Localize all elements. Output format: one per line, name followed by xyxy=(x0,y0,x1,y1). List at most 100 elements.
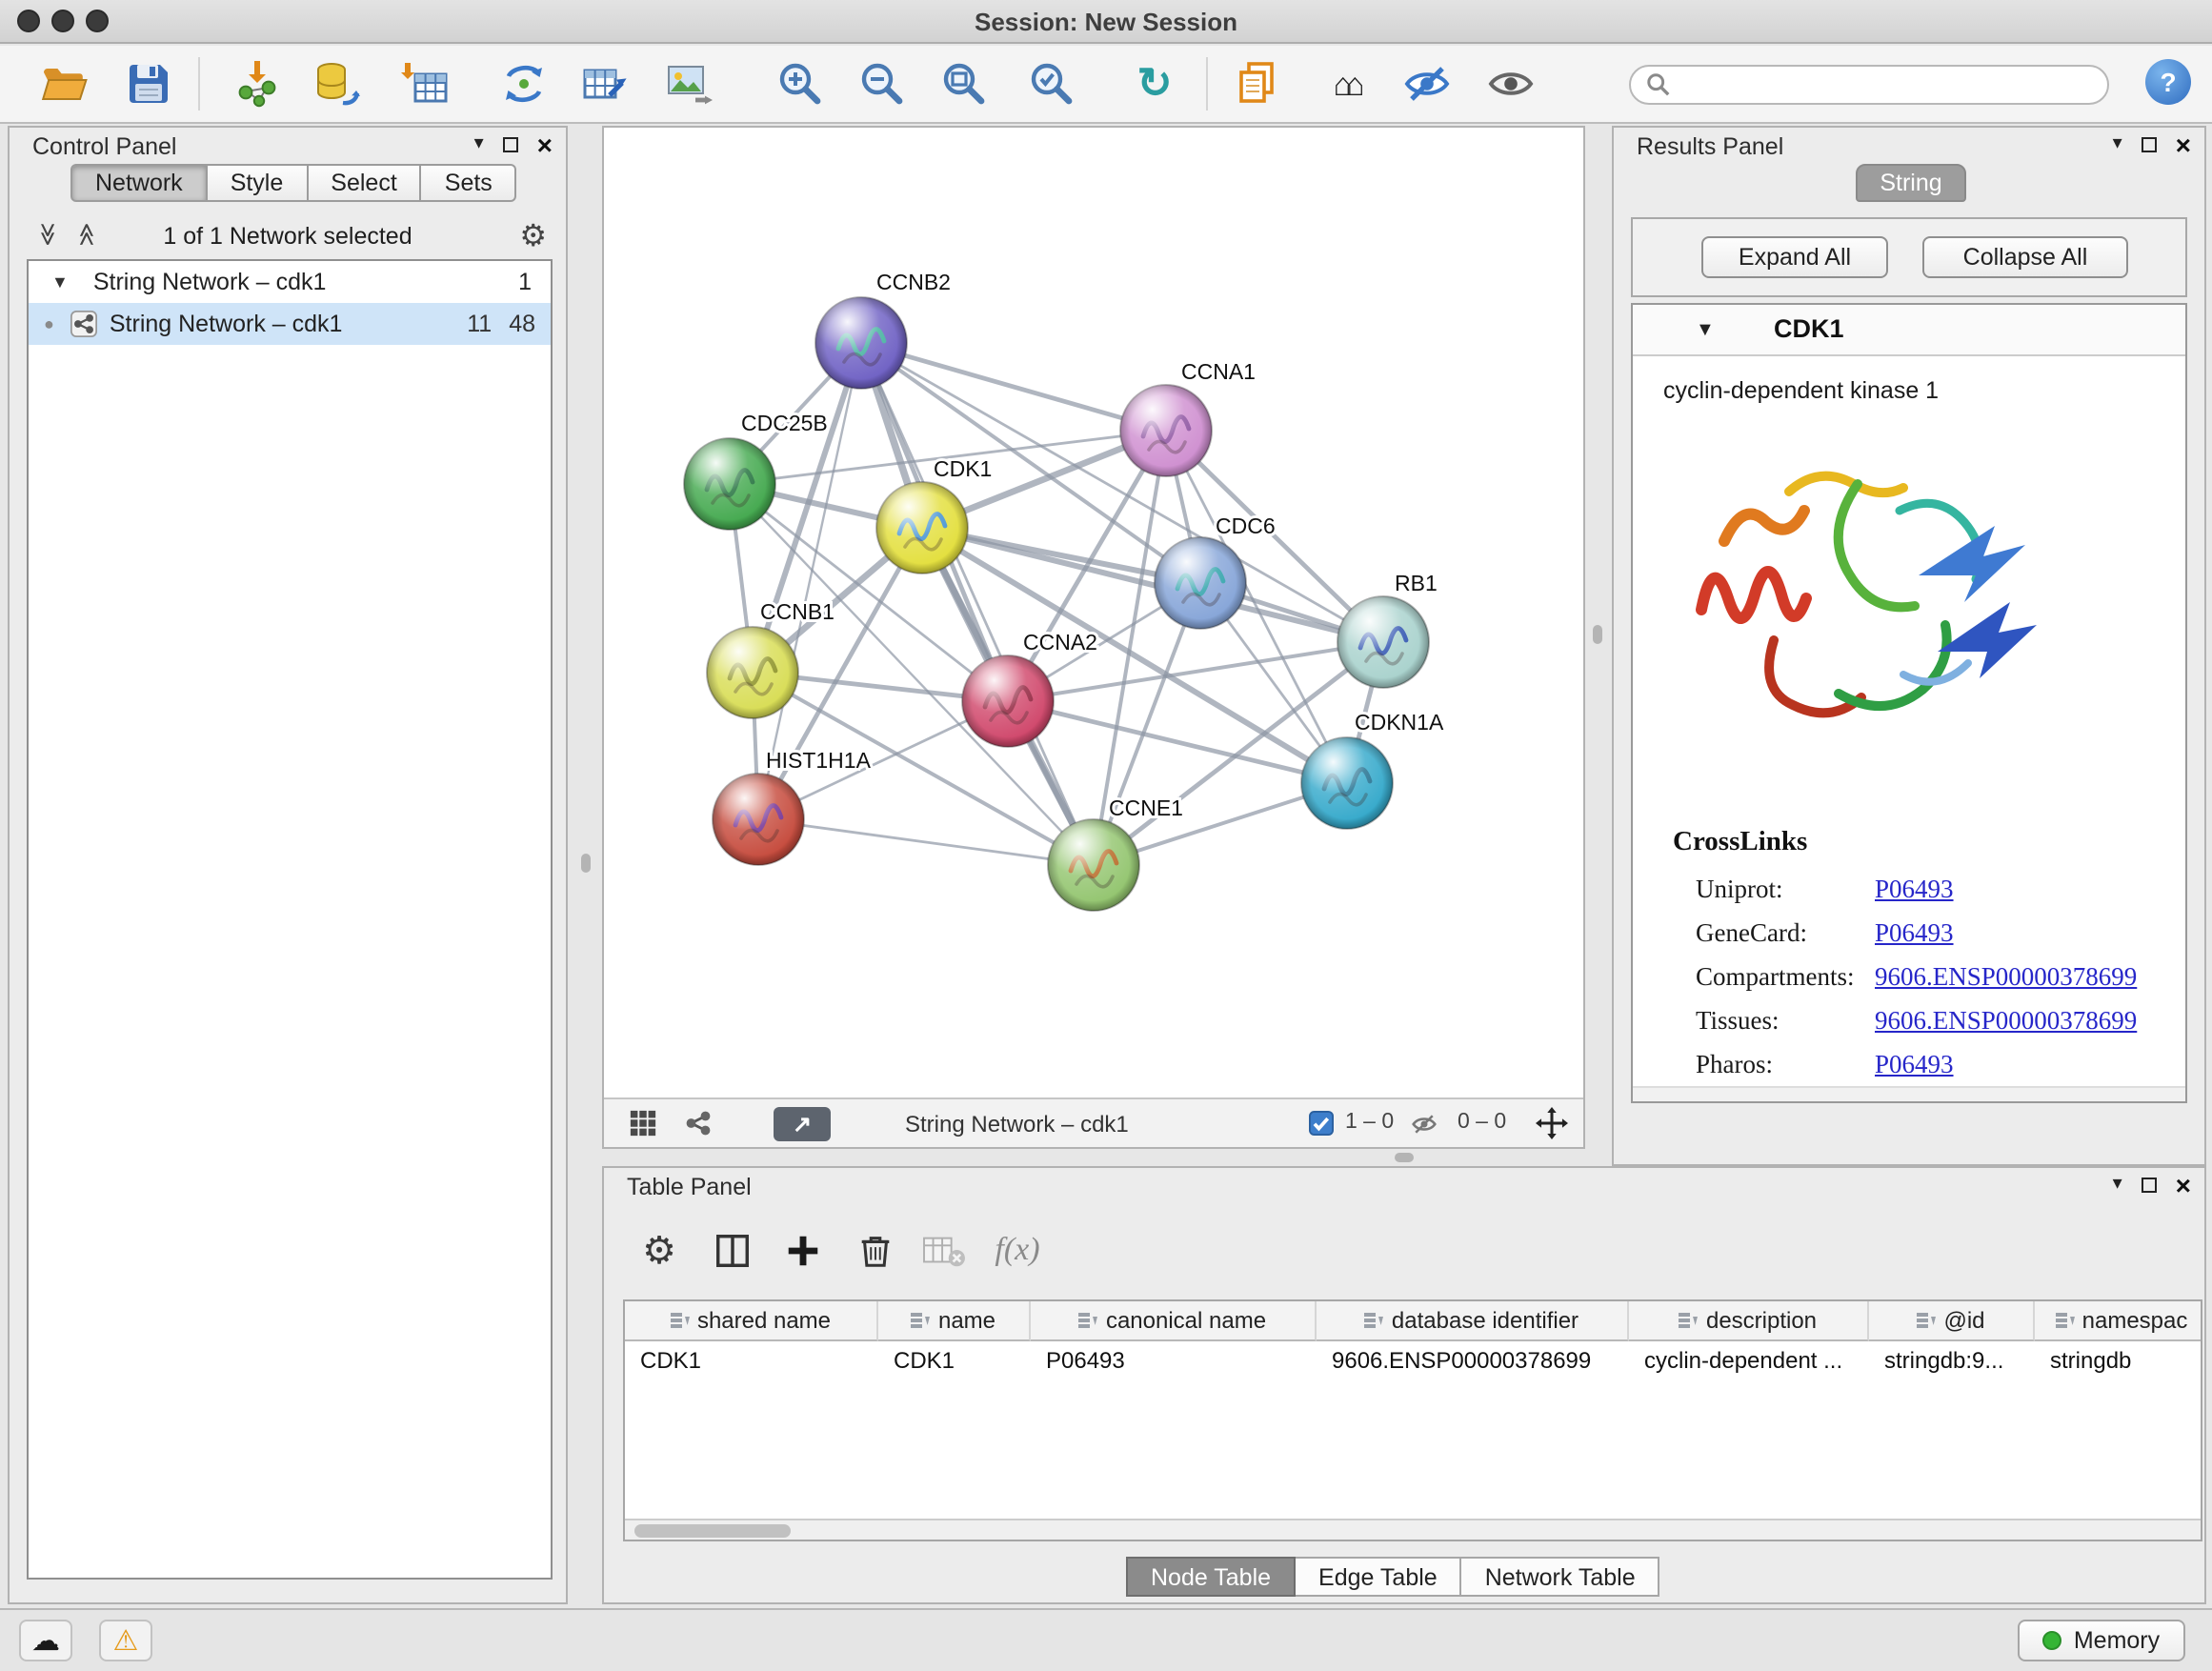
column-header[interactable]: @id xyxy=(1869,1301,2035,1341)
network-edge[interactable] xyxy=(922,528,1383,642)
image-export-icon[interactable] xyxy=(665,59,714,109)
vertical-splitter-handle[interactable] xyxy=(1593,625,1602,644)
warning-icon[interactable]: ⚠ xyxy=(99,1620,152,1661)
table-export-icon[interactable] xyxy=(581,59,631,109)
node-CDC6[interactable] xyxy=(1155,537,1246,629)
network-edge[interactable] xyxy=(861,343,1166,431)
add-column-icon[interactable] xyxy=(777,1225,827,1275)
tab-network-table[interactable]: Network Table xyxy=(1462,1557,1660,1597)
tab-select[interactable]: Select xyxy=(308,164,422,202)
node-CDC25B[interactable] xyxy=(684,438,775,530)
panel-float-icon[interactable] xyxy=(503,136,518,151)
panel-collapse-icon[interactable]: ▾ xyxy=(2113,133,2122,154)
cloud-icon[interactable]: ☁ xyxy=(19,1620,72,1661)
save-icon[interactable] xyxy=(124,59,173,109)
network-edge[interactable] xyxy=(758,819,1094,865)
refresh-icon[interactable]: ↻ xyxy=(1130,59,1179,109)
search-input[interactable] xyxy=(1680,71,2092,98)
tab-network[interactable]: Network xyxy=(70,164,208,202)
scrollbar-thumb[interactable] xyxy=(634,1524,791,1538)
node-CCNA1[interactable] xyxy=(1120,385,1212,476)
network-row[interactable]: ● String Network – cdk1 11 48 xyxy=(29,303,551,345)
table-cell[interactable]: stringdb:9... xyxy=(1869,1341,2035,1379)
network-canvas[interactable]: CCNB2CCNA1CDC25BCDK1CDC6RB1CCNB1CCNA2CDK… xyxy=(604,128,1583,1097)
panel-close-icon[interactable]: × xyxy=(2176,1175,2191,1194)
network-arrows-icon[interactable] xyxy=(499,59,549,109)
node-CCNB1[interactable] xyxy=(707,627,798,718)
table-cell[interactable]: stringdb xyxy=(2035,1341,2202,1379)
table-row[interactable]: CDK1CDK1P064939606.ENSP00000378699cyclin… xyxy=(625,1341,2201,1379)
eye-icon[interactable] xyxy=(1486,59,1536,109)
column-header[interactable]: name xyxy=(878,1301,1031,1341)
memory-button[interactable]: Memory xyxy=(2018,1620,2185,1661)
node-CCNE1[interactable] xyxy=(1048,819,1139,911)
hidden-eye-icon[interactable] xyxy=(1410,1111,1438,1143)
table-cell[interactable]: CDK1 xyxy=(878,1341,1031,1379)
gear-icon[interactable]: ⚙ xyxy=(519,217,547,255)
disclosure-triangle-icon[interactable]: ▼ xyxy=(1696,320,1715,341)
gene-section-header[interactable]: ▼ CDK1 xyxy=(1633,305,2185,356)
tab-style[interactable]: Style xyxy=(208,164,309,202)
birdseye-grid-icon[interactable] xyxy=(629,1109,657,1143)
vertical-splitter-handle[interactable] xyxy=(581,854,591,873)
table-horizontal-scrollbar[interactable] xyxy=(625,1519,2201,1540)
collapse-all-button[interactable]: Collapse All xyxy=(1922,236,2128,278)
crosslink-link[interactable]: P06493 xyxy=(1875,1050,1954,1080)
file-network-import-icon[interactable] xyxy=(232,59,282,109)
panel-float-icon[interactable] xyxy=(2142,136,2157,151)
crosslink-link[interactable]: 9606.ENSP00000378699 xyxy=(1875,1006,2137,1037)
tab-string[interactable]: String xyxy=(1856,164,1966,202)
database-import-icon[interactable] xyxy=(312,59,362,109)
panel-collapse-icon[interactable]: ▾ xyxy=(2113,1174,2122,1195)
houses-icon[interactable]: ⌂⌂ xyxy=(1320,59,1370,109)
node-HIST1H1A[interactable] xyxy=(713,774,804,865)
table-gear-icon[interactable]: ⚙ xyxy=(634,1225,684,1275)
crosslink-link[interactable]: 9606.ENSP00000378699 xyxy=(1875,962,2137,993)
function-builder-icon[interactable]: f(x) xyxy=(993,1225,1042,1275)
panel-close-icon[interactable]: × xyxy=(537,134,553,153)
crosslink-link[interactable]: P06493 xyxy=(1875,875,1954,905)
node-RB1[interactable] xyxy=(1337,596,1429,688)
network-edge[interactable] xyxy=(861,343,1094,865)
zoom-selected-icon[interactable] xyxy=(1027,59,1076,109)
results-scrollbar[interactable] xyxy=(1633,1086,2185,1101)
disclosure-triangle-icon[interactable]: ▼ xyxy=(51,272,69,292)
column-header[interactable]: canonical name xyxy=(1031,1301,1317,1341)
zoom-out-icon[interactable] xyxy=(857,59,907,109)
tab-sets[interactable]: Sets xyxy=(422,164,517,202)
eye-off-icon[interactable] xyxy=(1402,59,1452,109)
columns-icon[interactable] xyxy=(707,1225,756,1275)
search-box[interactable] xyxy=(1629,65,2109,105)
tab-edge-table[interactable]: Edge Table xyxy=(1296,1557,1462,1597)
tab-node-table[interactable]: Node Table xyxy=(1126,1557,1296,1597)
panel-collapse-icon[interactable]: ▾ xyxy=(474,133,484,154)
copy-documents-icon[interactable] xyxy=(1235,59,1284,109)
node-CDKN1A[interactable] xyxy=(1301,737,1393,829)
crosslink-link[interactable]: P06493 xyxy=(1875,918,1954,949)
network-collection-row[interactable]: ▼ String Network – cdk1 1 xyxy=(29,261,551,303)
open-in-window-button[interactable]: ↗ xyxy=(774,1107,831,1141)
table-cell[interactable]: cyclin-dependent ... xyxy=(1629,1341,1869,1379)
node-CCNA2[interactable] xyxy=(962,655,1054,747)
column-header[interactable]: namespac xyxy=(2035,1301,2201,1341)
column-header[interactable]: description xyxy=(1629,1301,1869,1341)
node-CCNB2[interactable] xyxy=(815,297,907,389)
table-cell[interactable]: P06493 xyxy=(1031,1341,1317,1379)
expand-all-button[interactable]: Expand All xyxy=(1701,236,1888,278)
horizontal-splitter-handle[interactable] xyxy=(1395,1153,1414,1162)
node-CDK1[interactable] xyxy=(876,482,968,574)
table-cell[interactable]: CDK1 xyxy=(625,1341,878,1379)
panel-float-icon[interactable] xyxy=(2142,1177,2157,1192)
share-network-icon[interactable] xyxy=(684,1109,713,1143)
table-import-icon[interactable] xyxy=(400,59,450,109)
panel-close-icon[interactable]: × xyxy=(2176,134,2191,153)
zoom-in-icon[interactable] xyxy=(775,59,825,109)
selected-checkbox-icon[interactable] xyxy=(1309,1111,1334,1141)
help-button[interactable]: ? xyxy=(2145,59,2191,105)
zoom-fit-icon[interactable] xyxy=(939,59,989,109)
folder-open-icon[interactable] xyxy=(40,59,90,109)
move-crosshair-icon[interactable] xyxy=(1536,1107,1568,1145)
trash-icon[interactable] xyxy=(850,1225,899,1275)
column-header[interactable]: database identifier xyxy=(1317,1301,1629,1341)
column-header[interactable]: shared name xyxy=(625,1301,878,1341)
